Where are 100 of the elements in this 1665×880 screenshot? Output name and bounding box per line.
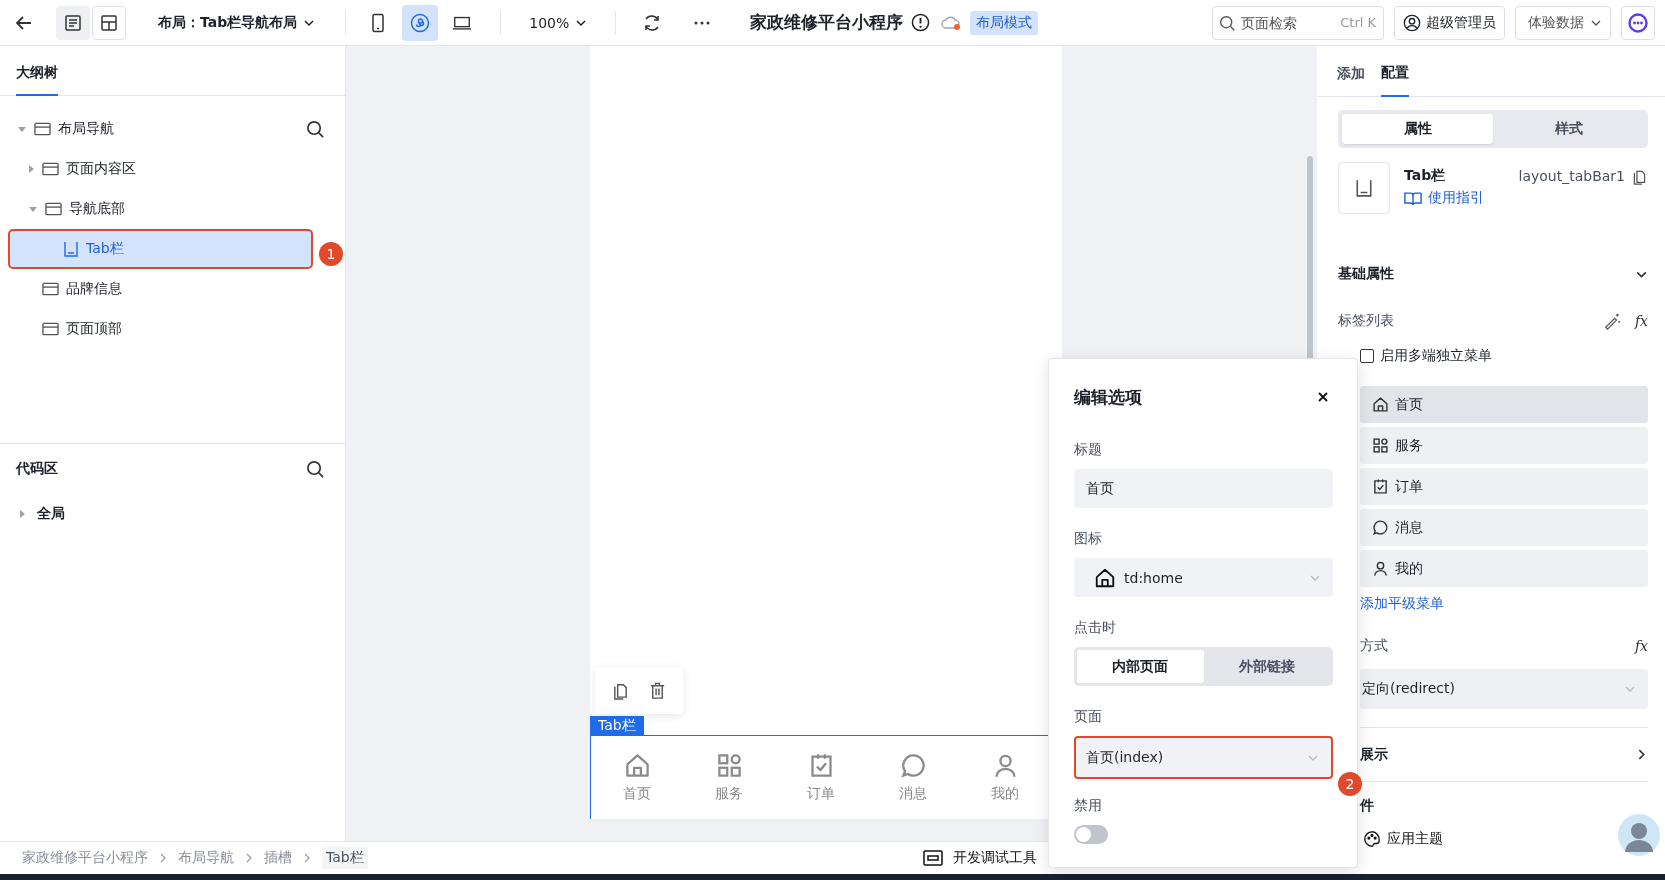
section-title: 件 <box>1360 797 1374 815</box>
add-menu-link[interactable]: 添加平级菜单 <box>1360 595 1648 613</box>
layout-selector[interactable]: 布局：Tab栏导航布局 <box>158 13 316 32</box>
field-label: 标签列表 <box>1338 312 1394 330</box>
copy-icon[interactable] <box>611 681 630 700</box>
tab-bar-icon <box>1355 179 1373 197</box>
search-icon <box>1219 14 1236 32</box>
book-icon <box>1404 190 1422 206</box>
formula-button[interactable]: fx <box>1634 313 1648 329</box>
cloud-icon <box>940 14 963 31</box>
field-label: 标题 <box>1074 441 1102 459</box>
search-icon[interactable] <box>306 459 325 479</box>
data-menu[interactable]: 体验数据 <box>1515 5 1611 40</box>
expand-caret-icon[interactable] <box>29 206 37 212</box>
breadcrumb-item[interactable]: Tab栏 <box>322 847 368 869</box>
debug-tools-button[interactable]: 开发调试工具 <box>923 849 1037 867</box>
container-icon <box>42 282 59 296</box>
container-icon <box>34 122 51 136</box>
close-icon[interactable] <box>1317 391 1329 403</box>
component-id: layout_tabBar1 <box>1518 168 1625 184</box>
container-icon <box>42 322 59 336</box>
user-icon <box>1372 560 1389 577</box>
tab-bar-item-label: 服务 <box>715 785 743 803</box>
field-label: 禁用 <box>1074 797 1102 815</box>
container-icon <box>42 162 59 176</box>
segment-tab[interactable]: 外部链接 <box>1203 650 1330 683</box>
page-list-icon[interactable] <box>56 5 90 40</box>
chat-bubble-icon <box>1372 519 1389 536</box>
field-label: 图标 <box>1074 530 1102 548</box>
info-icon[interactable] <box>911 13 931 32</box>
segment-tab[interactable]: 样式 <box>1493 114 1644 144</box>
step-badge: 2 <box>1338 772 1362 796</box>
theme-button[interactable]: 应用主题 <box>1363 830 1443 848</box>
home-icon <box>1094 566 1116 589</box>
chat-bubble-icon <box>899 752 927 779</box>
console-icon <box>923 850 943 866</box>
tab-bar-item-label: 订单 <box>807 785 835 803</box>
panel-tab[interactable]: 添加 <box>1337 65 1365 96</box>
home-icon <box>623 752 651 779</box>
field-label: 页面 <box>1074 708 1102 726</box>
tree-item[interactable]: 页面顶部 <box>66 320 122 338</box>
chevron-right-icon <box>302 852 312 864</box>
guide-link[interactable]: 使用指引 <box>1404 189 1484 207</box>
robot-face-icon <box>1627 11 1649 34</box>
outline-tab[interactable]: 大纲树 <box>16 64 58 96</box>
page-select[interactable]: 首页(index) <box>1074 736 1333 779</box>
expand-caret-icon[interactable] <box>29 165 34 173</box>
title-input-field[interactable]: 首页 <box>1074 469 1333 508</box>
tree-item[interactable]: 品牌信息 <box>66 280 122 298</box>
icon-select[interactable]: td:home <box>1074 558 1333 597</box>
formula-button[interactable]: fx <box>1634 638 1648 654</box>
tab-list-item[interactable]: 首页 <box>1360 386 1648 423</box>
tab-bar-item-label: 首页 <box>623 785 651 803</box>
grid-icon <box>715 752 743 779</box>
tree-item[interactable]: 布局导航 <box>58 120 114 138</box>
trash-icon[interactable] <box>648 681 667 700</box>
checkbox-label: 启用多端独立菜单 <box>1380 347 1492 365</box>
app-title: 家政维修平台小程序 <box>750 11 904 34</box>
layout-icon[interactable] <box>92 5 126 40</box>
assistant-button[interactable] <box>1621 5 1655 40</box>
home-icon <box>1372 396 1389 413</box>
redirect-select[interactable]: 定向(redirect) <box>1360 669 1648 709</box>
field-label: 点击时 <box>1074 619 1116 637</box>
panel-tab[interactable]: 配置 <box>1381 64 1409 97</box>
user-button[interactable]: 超级管理员 <box>1394 5 1505 40</box>
segment-tab[interactable]: 属性 <box>1342 114 1493 144</box>
chevron-right-icon <box>244 852 254 864</box>
tab-list-item[interactable]: 我的 <box>1360 550 1648 587</box>
segment-tab[interactable]: 内部页面 <box>1077 650 1204 683</box>
tab-bar-item-label: 我的 <box>991 785 1019 803</box>
mini-program-icon <box>410 12 431 33</box>
field-label: 方式 <box>1360 637 1388 655</box>
component-name: Tab栏 <box>1404 167 1446 185</box>
avatar[interactable] <box>1616 812 1662 858</box>
tab-list-item[interactable]: 消息 <box>1360 509 1648 546</box>
search-icon[interactable] <box>306 119 325 139</box>
grid-icon <box>1372 437 1389 454</box>
code-area-title: 代码区 <box>16 460 58 478</box>
tree-item[interactable]: 页面内容区 <box>66 160 136 178</box>
chevron-right-icon <box>158 852 168 864</box>
shortcut-hint: Ctrl K <box>1340 14 1376 30</box>
section-title: 基础属性 <box>1338 265 1394 283</box>
checkbox[interactable] <box>1360 349 1374 363</box>
tree-item[interactable]: Tab栏 <box>8 229 313 269</box>
expand-caret-icon[interactable] <box>20 510 25 518</box>
palette-icon <box>1363 830 1381 848</box>
toggle-switch[interactable] <box>1074 825 1108 844</box>
zoom-selector[interactable]: 100% <box>529 14 588 31</box>
section-title: 展示 <box>1360 745 1388 764</box>
tab-list-item[interactable]: 服务 <box>1360 427 1648 464</box>
expand-caret-icon[interactable] <box>18 126 26 132</box>
tab-bar-icon <box>63 241 79 257</box>
clipboard-check-icon <box>1372 478 1389 495</box>
magic-wand-icon[interactable] <box>1602 312 1621 330</box>
tree-item[interactable]: 全局 <box>37 505 65 523</box>
dialog-title: 编辑选项 <box>1074 385 1142 409</box>
tab-bar-item-label: 消息 <box>899 785 927 803</box>
tab-list-item[interactable]: 订单 <box>1360 468 1648 505</box>
mode-badge: 布局模式 <box>970 10 1039 35</box>
tree-item[interactable]: 导航底部 <box>69 200 125 218</box>
